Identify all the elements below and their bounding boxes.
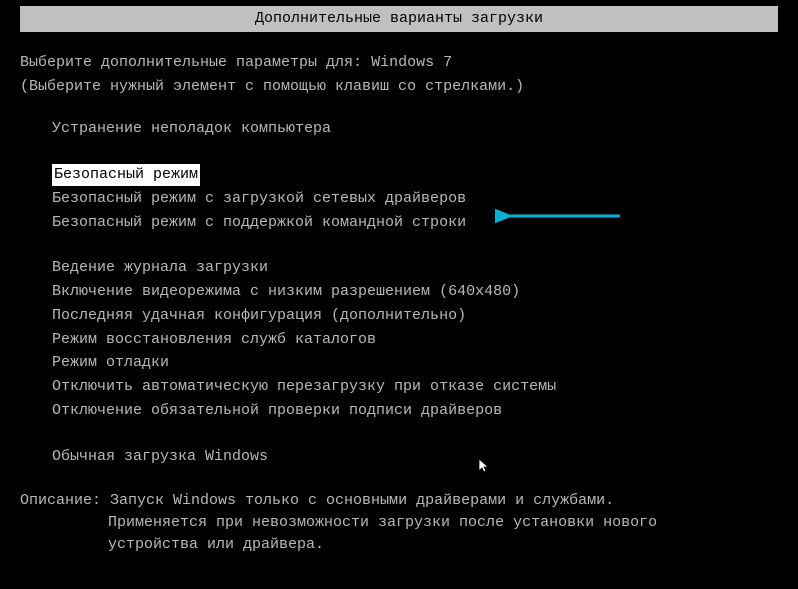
os-name: Windows 7	[371, 54, 452, 71]
menu-group-3: Ведение журнала загрузки Включение видео…	[52, 256, 778, 422]
description-text-1: Запуск Windows только с основными драйве…	[110, 492, 614, 509]
menu-group-2: Безопасный режим Безопасный режим с загр…	[52, 163, 778, 234]
description-line-2: Применяется при невозможности загрузки п…	[108, 512, 778, 534]
title-bar: Дополнительные варианты загрузки	[20, 6, 778, 32]
menu-start-normally[interactable]: Обычная загрузка Windows	[52, 445, 778, 469]
menu-safe-mode[interactable]: Безопасный режим	[52, 163, 778, 187]
content-area: Выберите дополнительные параметры для: W…	[0, 32, 798, 556]
menu-debugging[interactable]: Режим отладки	[52, 351, 778, 375]
menu-last-known-good[interactable]: Последняя удачная конфигурация (дополнит…	[52, 304, 778, 328]
menu-safe-mode-label: Безопасный режим	[52, 164, 200, 186]
intro-line: Выберите дополнительные параметры для: W…	[20, 52, 778, 74]
instruction-sub: (Выберите нужный элемент с помощью клави…	[20, 76, 778, 98]
description-line-1: Описание: Запуск Windows только с основн…	[20, 490, 778, 512]
title-text: Дополнительные варианты загрузки	[255, 10, 543, 27]
description-block: Описание: Запуск Windows только с основн…	[20, 490, 778, 555]
menu-ds-restore[interactable]: Режим восстановления служб каталогов	[52, 328, 778, 352]
menu-boot-logging[interactable]: Ведение журнала загрузки	[52, 256, 778, 280]
menu-repair[interactable]: Устранение неполадок компьютера	[52, 117, 778, 141]
menu-group-1: Устранение неполадок компьютера	[52, 117, 778, 141]
menu-low-res[interactable]: Включение видеорежима с низким разрешени…	[52, 280, 778, 304]
description-line-3: устройства или драйвера.	[108, 534, 778, 556]
menu-disable-auto-restart[interactable]: Отключить автоматическую перезагрузку пр…	[52, 375, 778, 399]
menu-safe-mode-cmd[interactable]: Безопасный режим с поддержкой командной …	[52, 211, 778, 235]
intro-prefix: Выберите дополнительные параметры для:	[20, 54, 371, 71]
menu-group-4: Обычная загрузка Windows	[52, 445, 778, 469]
description-label: Описание:	[20, 492, 110, 509]
menu-disable-driver-signature[interactable]: Отключение обязательной проверки подписи…	[52, 399, 778, 423]
menu-safe-mode-networking[interactable]: Безопасный режим с загрузкой сетевых дра…	[52, 187, 778, 211]
